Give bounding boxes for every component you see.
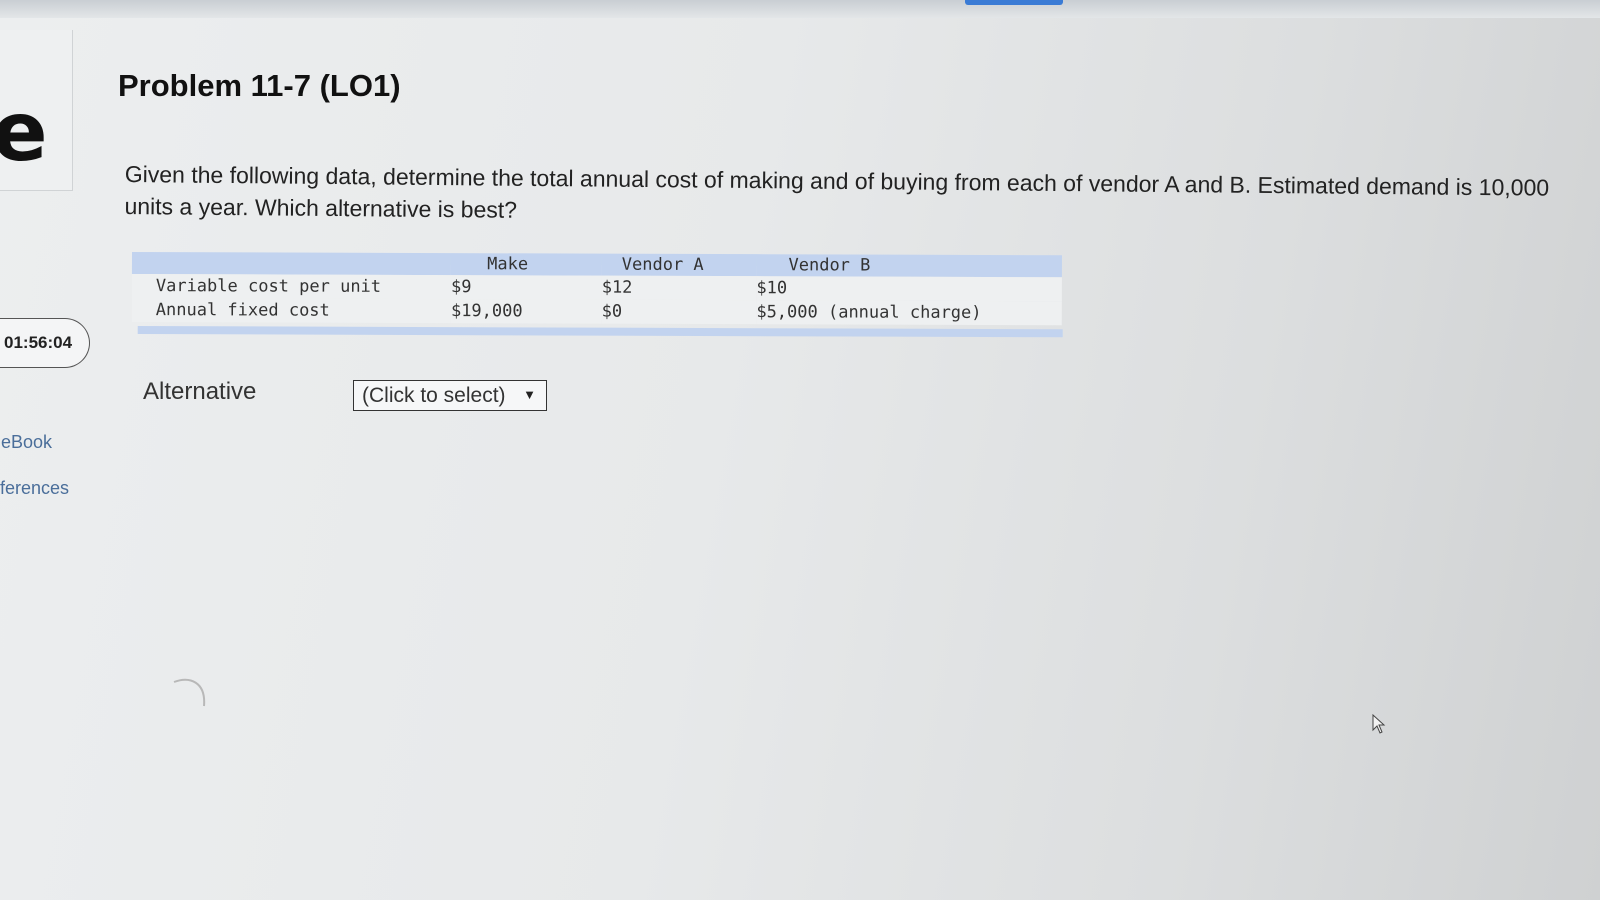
cell-make-variable: $9 xyxy=(451,275,602,300)
ebook-link[interactable]: eBook xyxy=(1,432,52,453)
cost-data-table: Make Vendor A Vendor B Variable cost per… xyxy=(131,252,1063,338)
select-value: (Click to select) xyxy=(362,383,506,407)
table-header-blank xyxy=(131,252,452,276)
cell-vendor-a-variable: $12 xyxy=(601,275,757,301)
timer-badge[interactable]: 01:56:04 xyxy=(0,318,90,368)
cell-vendor-b-variable: $10 xyxy=(756,276,1062,302)
alternative-label: Alternative xyxy=(143,378,257,405)
problem-title: Problem 11-7 (LO1) xyxy=(118,68,401,103)
references-link[interactable]: eferences xyxy=(0,478,69,499)
cell-vendor-a-fixed: $0 xyxy=(601,299,757,325)
left-navigation-panel: e xyxy=(0,30,73,191)
row-label-fixed-cost: Annual fixed cost xyxy=(131,297,452,324)
table-footer-bar xyxy=(137,326,1063,338)
alternative-select[interactable]: (Click to select) ▼ xyxy=(353,380,547,411)
table-header-vendor-b: Vendor B xyxy=(756,254,1062,278)
row-label-variable-cost: Variable cost per unit xyxy=(131,273,452,300)
table-header-make: Make xyxy=(451,253,602,276)
brand-logo-icon: e xyxy=(0,85,48,180)
active-tab-indicator[interactable] xyxy=(965,0,1063,5)
dropdown-arrow-icon: ▼ xyxy=(523,387,536,402)
table-row: Variable cost per unit $9 $12 $10 xyxy=(131,273,1062,302)
mouse-cursor-icon xyxy=(1372,714,1386,734)
cell-vendor-b-fixed: $5,000 (annual charge) xyxy=(756,300,1062,326)
browser-top-bar xyxy=(0,0,1600,18)
stray-mark-icon xyxy=(173,678,206,707)
timer-text: 01:56:04 xyxy=(4,333,73,352)
table-row: Annual fixed cost $19,000 $0 $5,000 (ann… xyxy=(131,297,1062,326)
problem-question: Given the following data, determine the … xyxy=(124,160,1550,223)
cell-make-fixed: $19,000 xyxy=(450,299,602,324)
table-header-vendor-a: Vendor A xyxy=(601,253,757,277)
table-header-row: Make Vendor A Vendor B xyxy=(131,252,1062,278)
